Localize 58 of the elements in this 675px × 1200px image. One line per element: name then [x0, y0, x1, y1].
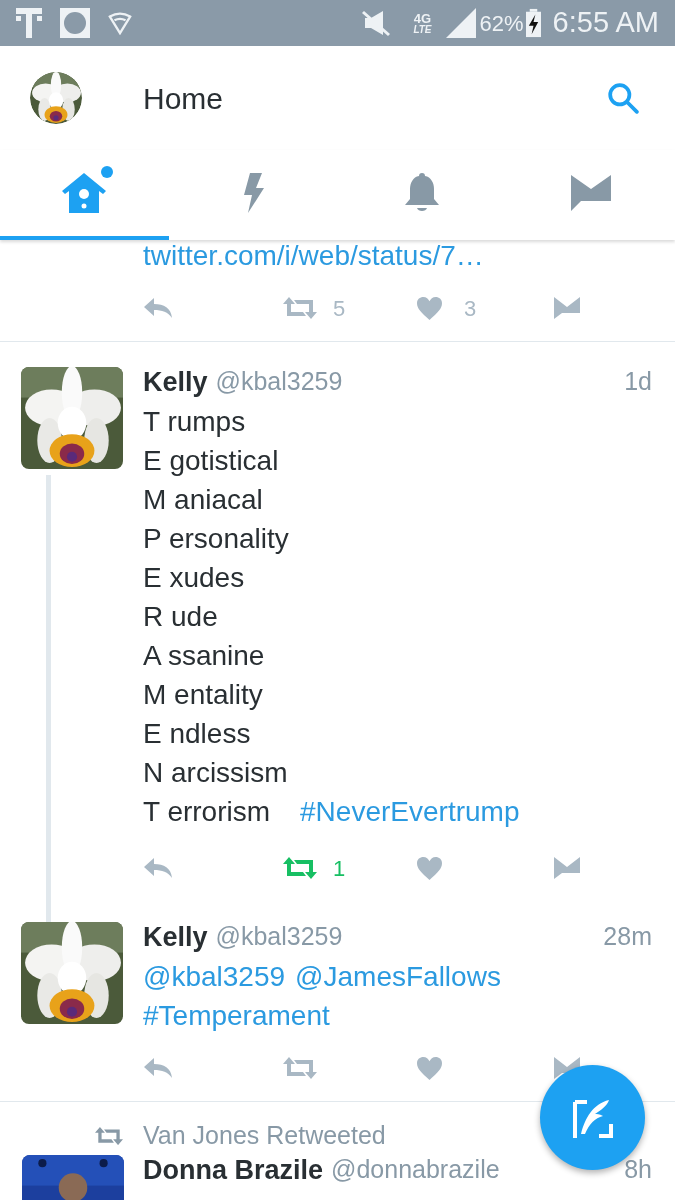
author-handle: @donnabrazile [331, 1154, 500, 1186]
retweet-icon [283, 1057, 317, 1079]
retweeted-label: Van Jones Retweeted [143, 1120, 386, 1152]
tweet-text: M aniacal [143, 483, 263, 517]
author-handle: @kbal3259 [215, 921, 343, 953]
network-subtype: LTE [413, 24, 432, 35]
compose-icon [572, 1097, 613, 1138]
reply-icon[interactable] [144, 1058, 172, 1078]
envelope-icon [570, 175, 611, 211]
app-icon [60, 8, 90, 38]
tweet-time: 1d [624, 366, 652, 398]
heart-icon[interactable] [417, 1056, 442, 1080]
page-title: Home [143, 80, 224, 117]
tweet-text: T rumps [143, 405, 246, 439]
tweet-text: M entality [143, 678, 263, 712]
tweet-time: 28m [603, 921, 652, 953]
tweet-link[interactable]: #NeverEvertrump [300, 792, 520, 831]
retweet-count: 5 [333, 294, 346, 323]
message-icon[interactable] [554, 297, 580, 319]
tweet-text: E gotistical [143, 444, 279, 478]
retweet-count: 1 [333, 854, 346, 883]
author-name[interactable]: Donna Brazile [143, 1149, 324, 1191]
tweet-text: T errorism [143, 795, 271, 829]
signal-icon [445, 8, 476, 38]
heart-icon[interactable] [417, 856, 442, 880]
tweet-link[interactable]: twitter.com/i/web/status/7… [143, 236, 484, 275]
battery-percent: 62% [479, 9, 524, 38]
mute-icon [361, 8, 392, 38]
network-type: 4G [413, 11, 432, 25]
like-count: 3 [464, 294, 477, 323]
carrier-logo-icon [16, 8, 42, 38]
message-icon[interactable] [554, 857, 580, 879]
retweet-icon [95, 1126, 123, 1146]
tweet-time: 8h [624, 1154, 652, 1186]
clock: 6:55 AM [552, 5, 659, 41]
author-name[interactable]: Kelly [143, 361, 208, 403]
tweet-link[interactable]: @kbal3259 [143, 957, 286, 996]
tweet-text: N arcissism [143, 756, 288, 790]
birdhouse-icon [62, 173, 107, 213]
author-handle: @kbal3259 [215, 366, 343, 398]
retweet-icon [283, 297, 317, 319]
tweet-text: R ude [143, 600, 218, 634]
tweet-text: E xudes [143, 561, 245, 595]
heart-icon[interactable] [417, 296, 442, 320]
reply-icon[interactable] [144, 858, 172, 878]
lightning-icon [242, 173, 265, 213]
author-name[interactable]: Kelly [143, 916, 208, 958]
tweet-link[interactable]: #Temperament [143, 996, 330, 1035]
tweet-link[interactable]: @JamesFallows [295, 957, 501, 996]
charging-battery-icon [525, 8, 541, 38]
tweet-text: P ersonality [143, 522, 289, 556]
shield-icon [108, 11, 132, 35]
search-icon[interactable] [607, 82, 639, 114]
reply-icon[interactable] [144, 298, 172, 318]
bell-icon [404, 173, 439, 213]
tweet-text: E ndless [143, 717, 251, 751]
tweet-text: A ssanine [143, 639, 265, 673]
retweet-icon [283, 857, 317, 879]
